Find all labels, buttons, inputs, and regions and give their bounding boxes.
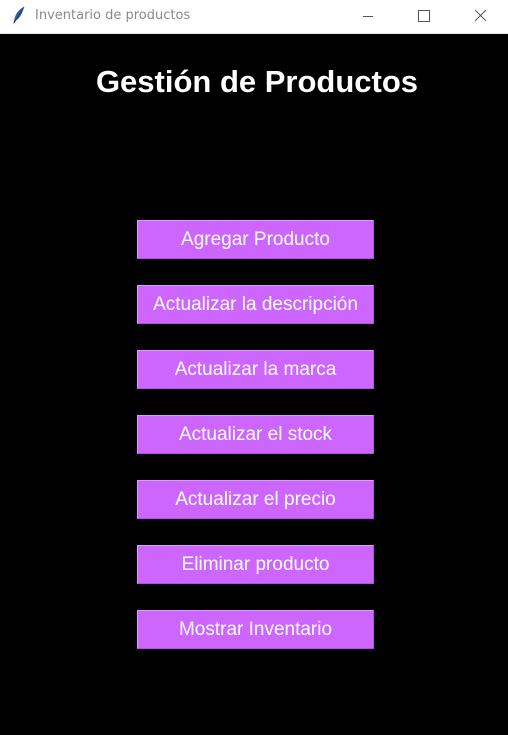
maximize-icon (418, 10, 430, 22)
close-button[interactable] (452, 0, 508, 33)
delete-product-button[interactable]: Eliminar producto (137, 545, 374, 584)
update-description-button[interactable]: Actualizar la descripción (137, 285, 374, 324)
update-price-button[interactable]: Actualizar el precio (137, 480, 374, 519)
update-stock-button[interactable]: Actualizar el stock (137, 415, 374, 454)
show-inventory-button[interactable]: Mostrar Inventario (137, 610, 374, 649)
window-title: Inventario de productos (35, 8, 191, 23)
page-title: Gestión de Productos (95, 64, 419, 99)
feather-icon (11, 6, 27, 26)
maximize-button[interactable] (396, 0, 452, 33)
update-brand-button[interactable]: Actualizar la marca (137, 350, 374, 389)
app-window: Inventario de productos Gestión de Produ… (0, 0, 508, 735)
add-product-button[interactable]: Agregar Producto (137, 220, 374, 259)
main-panel: Gestión de Productos Agregar Producto Ac… (0, 34, 508, 735)
title-bar[interactable]: Inventario de productos (0, 0, 508, 34)
minimize-icon (363, 16, 373, 17)
minimize-button[interactable] (340, 0, 396, 33)
close-icon (474, 9, 487, 22)
